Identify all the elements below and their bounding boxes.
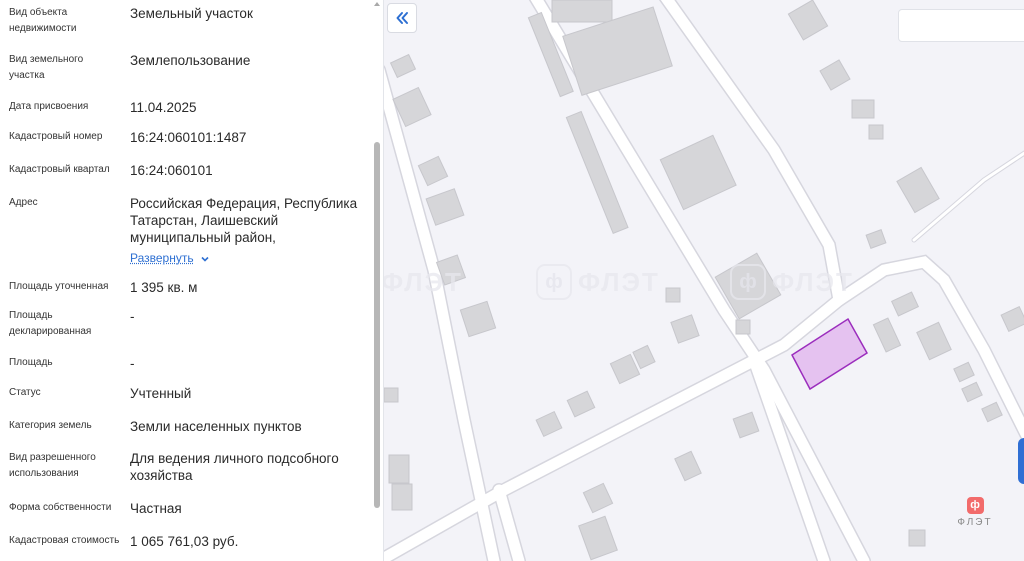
- detail-label: Вид разрешенного использования: [9, 452, 96, 479]
- cadastral-map[interactable]: ф ФЛЭТ ф ФЛЭТ ф ФЛЭТ ф ФЛЭТ: [384, 0, 1024, 561]
- flat-logo-icon: ф: [966, 497, 984, 514]
- flat-logo-text: ФЛЭТ: [957, 517, 993, 528]
- detail-label: Площадь декларированная: [9, 310, 92, 337]
- detail-value: 16:24:060101:1487: [130, 130, 247, 145]
- detail-label: Дата присвоения: [9, 101, 89, 112]
- detail-label: Кадастровая стоимость: [9, 535, 120, 546]
- detail-value: Для ведения личного подсобного хозяйства: [130, 451, 339, 483]
- panel-scrollbar[interactable]: [373, 0, 381, 561]
- detail-label: Кадастровый квартал: [9, 164, 110, 175]
- detail-label: Категория земель: [9, 420, 92, 431]
- watermark-logo-icon: ф: [730, 264, 766, 300]
- map-side-control[interactable]: [1018, 438, 1024, 484]
- double-chevron-left-icon: [396, 12, 408, 24]
- flat-logo: ф ФЛЭТ: [938, 497, 1012, 541]
- detail-value: Российская Федерация, Республика Татарст…: [130, 195, 366, 267]
- map-watermark: ф ФЛЭТ: [730, 262, 854, 302]
- detail-label: Вид земельного участка: [9, 54, 84, 81]
- map-canvas: [384, 0, 1024, 561]
- address-text: Российская Федерация, Республика Татарст…: [130, 196, 358, 245]
- detail-label: Статус: [9, 387, 41, 398]
- map-watermark: ф ФЛЭТ: [384, 262, 463, 302]
- collapse-panel-button[interactable]: [387, 3, 417, 33]
- detail-value: 1 065 761,03 руб.: [130, 534, 239, 549]
- detail-label: Площадь: [9, 357, 53, 368]
- detail-value: Земельный участок: [130, 6, 253, 21]
- detail-value: -: [130, 356, 135, 371]
- detail-value: -: [130, 309, 135, 324]
- watermark-logo-icon: ф: [536, 264, 572, 300]
- map-watermark: ф ФЛЭТ: [536, 262, 660, 302]
- road-network: [384, 0, 1024, 561]
- map-search-box[interactable]: [898, 9, 1024, 42]
- chevron-down-icon: [201, 256, 209, 262]
- scrollbar-thumb[interactable]: [374, 142, 380, 508]
- detail-label: Форма собственности: [9, 502, 112, 513]
- detail-value: Земли населенных пунктов: [130, 419, 302, 434]
- detail-value: Землепользование: [130, 53, 251, 68]
- scroll-up-arrow-icon[interactable]: [374, 2, 380, 6]
- detail-label: Площадь уточненная: [9, 281, 109, 292]
- detail-label: Кадастровый номер: [9, 131, 103, 142]
- expand-address-link[interactable]: Развернуть: [130, 250, 210, 267]
- detail-value: 1 395 кв. м: [130, 280, 198, 295]
- detail-value: 11.04.2025: [130, 100, 197, 115]
- detail-label: Адрес: [9, 197, 38, 208]
- detail-label: Вид объекта недвижимости: [9, 7, 77, 34]
- property-details-panel: Вид объекта недвижимости Земельный участ…: [0, 0, 384, 561]
- detail-value: Частная: [130, 501, 182, 516]
- detail-value: 16:24:060101: [130, 163, 213, 178]
- expand-label: Развернуть: [130, 251, 194, 265]
- detail-value: Учтенный: [130, 386, 192, 401]
